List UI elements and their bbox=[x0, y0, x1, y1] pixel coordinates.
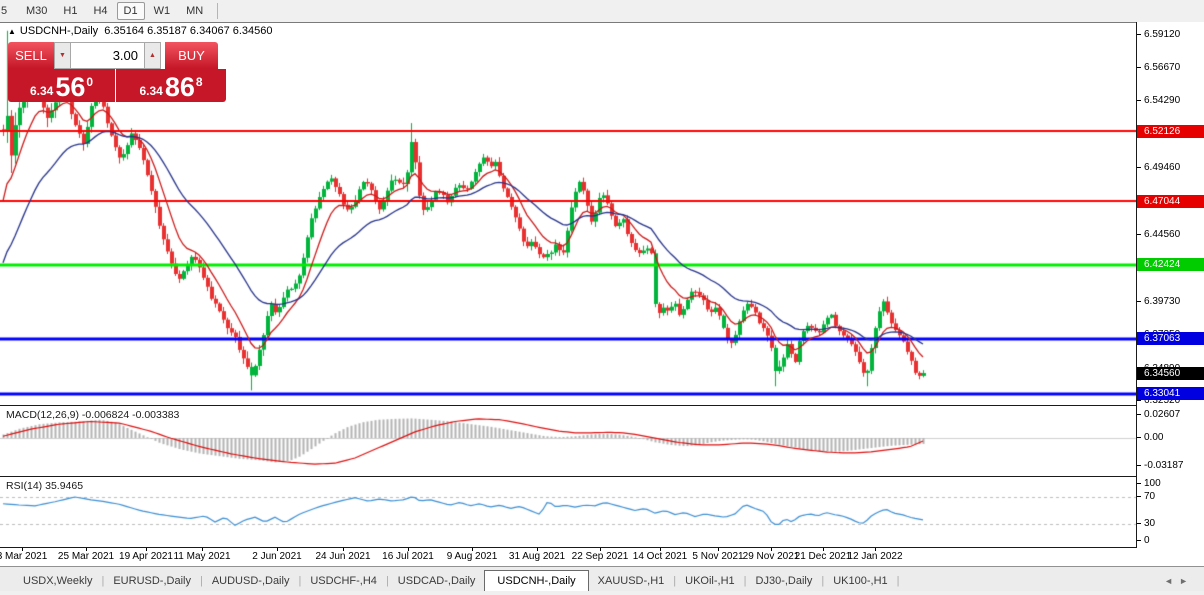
price-axis-tick: 70 bbox=[1137, 491, 1204, 503]
symbol-period-label: USDCNH-,Daily bbox=[19, 25, 99, 37]
date-label: 25 Mar 2021 bbox=[57, 551, 115, 562]
timeframe-button-d1[interactable]: D1 bbox=[116, 2, 145, 20]
macd-value: -0.006824 bbox=[81, 409, 130, 421]
price-axis-tick: 6.56670 bbox=[1137, 62, 1204, 74]
price-axis-tick: 6.54290 bbox=[1137, 95, 1204, 107]
ask-prefix: 6.34 bbox=[139, 84, 163, 98]
ask-pipette: 8 bbox=[195, 75, 203, 89]
price-axis-tick: 6.49460 bbox=[1137, 162, 1204, 174]
pane-separator[interactable] bbox=[0, 476, 1204, 477]
timeframe-toolbar: 5 M30 H1 H4 D1 W1 MN bbox=[0, 0, 1204, 22]
rsi-header: RSI(14) 35.9465 bbox=[6, 480, 83, 492]
one-click-trading-panel: SELL ▼ 3.00 ▲ BUY 6.34 56 0 6.34 86 8 bbox=[8, 42, 226, 102]
tab-uk100-h1[interactable]: UK100-,H1 bbox=[824, 571, 896, 591]
tab-eurusd-daily[interactable]: EURUSD-,Daily bbox=[104, 571, 200, 591]
collapse-icon[interactable]: ▲ bbox=[8, 27, 16, 36]
price-level-label: 6.42424 bbox=[1137, 258, 1204, 272]
date-label: 21 Dec 2021 bbox=[794, 551, 852, 562]
tab-usdchf-h4[interactable]: USDCHF-,H4 bbox=[301, 571, 386, 591]
macd-signal-value: -0.003383 bbox=[132, 409, 180, 421]
price-level-label: 6.52126 bbox=[1137, 124, 1204, 138]
date-label: 5 Nov 2021 bbox=[692, 551, 744, 562]
price-axis-tick: 30 bbox=[1137, 518, 1204, 530]
price-level-label: 6.33041 bbox=[1137, 387, 1204, 401]
sell-button[interactable]: SELL bbox=[8, 42, 54, 69]
date-label: 31 Aug 2021 bbox=[508, 551, 566, 562]
date-label: 14 Oct 2021 bbox=[632, 551, 688, 562]
date-label: 29 Nov 2021 bbox=[742, 551, 800, 562]
timeframe-button-mn[interactable]: MN bbox=[179, 2, 210, 20]
tab-scroll-arrows[interactable]: ◄► bbox=[1164, 576, 1194, 586]
date-label: 3 Mar 2021 bbox=[0, 551, 48, 562]
bid-price-display[interactable]: 6.34 56 0 bbox=[8, 69, 116, 102]
tab-ukoil-h1[interactable]: UKOil-,H1 bbox=[676, 571, 744, 591]
timeframe-button-w1[interactable]: W1 bbox=[147, 2, 178, 20]
rsi-pane-canvas[interactable] bbox=[0, 477, 1136, 547]
timeframe-button-h1[interactable]: H1 bbox=[56, 2, 84, 20]
bid-prefix: 6.34 bbox=[29, 84, 54, 98]
date-label: 16 Jul 2021 bbox=[382, 551, 434, 562]
date-label: 19 Apr 2021 bbox=[119, 551, 173, 562]
date-label: 12 Jan 2022 bbox=[847, 551, 903, 562]
tab-separator: | bbox=[896, 575, 900, 587]
bid-pipette: 0 bbox=[86, 75, 94, 89]
volume-increase-button[interactable]: ▲ bbox=[144, 42, 161, 69]
ask-price-display[interactable]: 6.34 86 8 bbox=[116, 69, 226, 102]
bid-big-digits: 56 bbox=[55, 72, 86, 102]
rsi-value: 35.9465 bbox=[45, 480, 84, 492]
mt4-window: { "toolbar": {"buttons": ["5", "M30", "H… bbox=[0, 0, 1204, 595]
price-axis[interactable]: 6.591206.566706.542906.518406.494606.470… bbox=[1136, 22, 1204, 548]
chart-title: ▲ USDCNH-,Daily 6.35164 6.35187 6.34067 6… bbox=[8, 25, 273, 37]
price-axis-tick: 6.44560 bbox=[1137, 229, 1204, 241]
pane-separator[interactable] bbox=[0, 405, 1204, 406]
date-label: 22 Sep 2021 bbox=[571, 551, 629, 562]
macd-header: MACD(12,26,9) -0.006824 -0.003383 bbox=[6, 409, 179, 421]
ohlc-quote-label: 6.35164 6.35187 6.34067 6.34560 bbox=[104, 25, 273, 37]
chart-tab-bar: USDX,Weekly | EURUSD-,Daily | AUDUSD-,Daily |… bbox=[0, 566, 1204, 591]
tab-usdcnh-daily[interactable]: USDCNH-,Daily bbox=[484, 570, 589, 591]
date-label: 24 Jun 2021 bbox=[315, 551, 371, 562]
chevron-up-icon: ▲ bbox=[149, 52, 156, 59]
buy-button[interactable]: BUY bbox=[165, 42, 218, 69]
price-level-label: 6.34560 bbox=[1137, 366, 1204, 380]
tab-usdx-weekly[interactable]: USDX,Weekly bbox=[14, 571, 101, 591]
price-axis-tick: 0.00 bbox=[1137, 432, 1204, 444]
date-label: 11 May 2021 bbox=[173, 551, 231, 562]
tab-usdcad-daily[interactable]: USDCAD-,Daily bbox=[389, 571, 485, 591]
timeframe-button-m30[interactable]: M30 bbox=[19, 2, 54, 20]
price-axis-tick: 0.02607 bbox=[1137, 409, 1204, 421]
price-axis-tick: 100 bbox=[1137, 478, 1204, 490]
rsi-label: RSI(14) bbox=[6, 480, 43, 492]
price-axis-tick: 0 bbox=[1137, 535, 1204, 547]
price-axis-tick: 6.39730 bbox=[1137, 296, 1204, 308]
tab-xauusd-h1[interactable]: XAUUSD-,H1 bbox=[589, 571, 674, 591]
price-axis-tick: -0.03187 bbox=[1137, 460, 1204, 472]
date-label: 9 Aug 2021 bbox=[446, 551, 498, 562]
tab-dj30-daily[interactable]: DJ30-,Daily bbox=[747, 571, 822, 591]
chevron-down-icon: ▼ bbox=[59, 52, 66, 59]
ask-big-digits: 86 bbox=[164, 72, 195, 102]
toolbar-separator bbox=[217, 3, 219, 19]
timeframe-button-5[interactable]: 5 bbox=[0, 2, 17, 20]
price-level-label: 6.37063 bbox=[1137, 332, 1204, 346]
date-label: 2 Jun 2021 bbox=[252, 551, 302, 562]
time-axis[interactable]: 3 Mar 2021 25 Mar 2021 19 Apr 2021 11 May 2… bbox=[0, 548, 1136, 566]
volume-decrease-button[interactable]: ▼ bbox=[54, 42, 71, 69]
price-axis-tick: 6.59120 bbox=[1137, 29, 1204, 41]
tab-audusd-daily[interactable]: AUDUSD-,Daily bbox=[203, 571, 299, 591]
macd-label: MACD(12,26,9) bbox=[6, 409, 79, 421]
timeframe-button-h4[interactable]: H4 bbox=[86, 2, 114, 20]
volume-input[interactable]: 3.00 bbox=[71, 42, 144, 69]
price-level-label: 6.47044 bbox=[1137, 194, 1204, 208]
